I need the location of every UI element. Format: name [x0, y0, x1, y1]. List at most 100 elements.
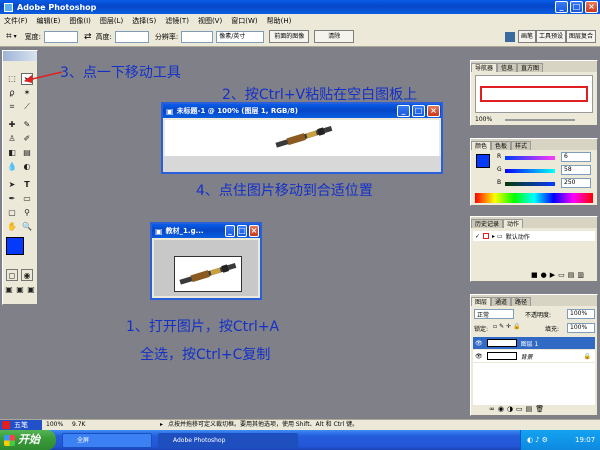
- screen-mode-2-icon[interactable]: ▣: [15, 284, 25, 296]
- opacity-input[interactable]: 100%: [567, 309, 595, 319]
- gradient-icon[interactable]: ▤: [21, 147, 33, 159]
- menu-view[interactable]: 视图(V): [198, 16, 222, 26]
- menu-edit[interactable]: 编辑(E): [37, 16, 61, 26]
- tab-info[interactable]: 信息: [497, 63, 518, 72]
- tab-paths[interactable]: 路径: [511, 297, 532, 306]
- minimize-button[interactable]: _: [555, 1, 568, 13]
- swap-icon[interactable]: ⇄: [84, 32, 92, 42]
- shape-icon[interactable]: ▭: [21, 193, 33, 205]
- document-canvas[interactable]: [165, 120, 439, 156]
- screen-mode-1-icon[interactable]: ▣: [4, 284, 14, 296]
- navigator-view-box[interactable]: [480, 86, 588, 102]
- tab-histogram[interactable]: 直方图: [517, 63, 544, 72]
- document-window-source[interactable]: ▣ 教材_1.g... _ □ ×: [150, 222, 262, 300]
- action-check-icon[interactable]: ✓: [475, 233, 480, 240]
- layer-controls[interactable]: ∞◉◑▭▤🗑: [489, 405, 547, 413]
- fill-input[interactable]: 100%: [567, 323, 595, 333]
- source-close-button[interactable]: ×: [249, 225, 259, 237]
- navigator-zoom-slider[interactable]: [505, 119, 575, 121]
- tray-clock[interactable]: 19:07: [575, 436, 595, 444]
- tab-swatches[interactable]: 色板: [491, 141, 512, 150]
- tab-color[interactable]: 颜色: [471, 141, 492, 150]
- color-ramp[interactable]: [475, 193, 593, 203]
- resolution-unit-select[interactable]: 像素/英寸: [216, 30, 265, 43]
- history-brush-icon[interactable]: ✐: [21, 133, 33, 145]
- tab-brushes[interactable]: 画笔: [517, 30, 536, 43]
- tab-actions[interactable]: 动作: [503, 219, 524, 228]
- tab-channels[interactable]: 通道: [491, 297, 512, 306]
- status-arrow-icon[interactable]: ▸: [160, 420, 163, 430]
- path-select-icon[interactable]: ➤: [6, 179, 18, 191]
- marquee-tool-icon[interactable]: ⬚: [6, 73, 18, 85]
- action-dialog-icon[interactable]: [483, 233, 490, 239]
- dodge-icon[interactable]: ◐: [21, 161, 33, 173]
- type-tool-icon[interactable]: T: [21, 179, 33, 191]
- close-button[interactable]: ×: [585, 1, 598, 13]
- height-input[interactable]: [114, 30, 149, 43]
- tab-tool-presets[interactable]: 工具预设: [535, 30, 566, 43]
- foreground-color-swatch[interactable]: [6, 237, 24, 255]
- tab-history[interactable]: 历史记录: [471, 219, 504, 228]
- g-input[interactable]: 58: [561, 165, 591, 175]
- menu-help[interactable]: 帮助(H): [267, 16, 292, 26]
- b-slider[interactable]: [505, 182, 555, 186]
- tab-layer-comps[interactable]: 图层复合: [565, 30, 596, 43]
- doc-minimize-button[interactable]: _: [397, 105, 410, 117]
- taskbar-fullscreen[interactable]: 全屏: [62, 433, 152, 448]
- menu-window[interactable]: 窗口(W): [231, 16, 257, 26]
- menu-image[interactable]: 图像(I): [69, 16, 91, 26]
- lock-icons[interactable]: ▫✎✛🔒: [493, 323, 523, 330]
- maximize-button[interactable]: □: [570, 1, 583, 13]
- notes-icon[interactable]: ▢: [6, 207, 18, 219]
- screen-mode-3-icon[interactable]: ▣: [26, 284, 36, 296]
- r-slider[interactable]: [505, 156, 555, 160]
- crop-icon[interactable]: ⌗: [6, 101, 18, 113]
- status-zoom[interactable]: 100%: [46, 420, 66, 430]
- lasso-tool-icon[interactable]: ϼ: [6, 87, 18, 99]
- tab-layers[interactable]: 图层: [471, 297, 492, 306]
- layer-row-1[interactable]: 👁 图层 1: [473, 337, 595, 349]
- menu-filter[interactable]: 滤镜(T): [165, 16, 189, 26]
- clear-button[interactable]: 清除: [314, 30, 355, 43]
- magic-wand-icon[interactable]: ✶: [21, 87, 33, 99]
- navigator-preview[interactable]: [475, 75, 593, 113]
- quickmask-mode-icon[interactable]: ◉: [21, 269, 33, 281]
- menu-layer[interactable]: 图层(L): [100, 16, 123, 26]
- tab-navigator[interactable]: 导航器: [471, 63, 498, 72]
- layer-row-2[interactable]: 👁 背景 🔒: [473, 350, 595, 362]
- resolution-input[interactable]: [181, 30, 214, 43]
- eyedropper-icon[interactable]: ⚲: [21, 207, 33, 219]
- layer-visibility-icon[interactable]: 👁: [475, 340, 483, 347]
- doc-maximize-button[interactable]: □: [412, 105, 425, 117]
- taskbar-photoshop[interactable]: Adobe Photoshop: [158, 433, 298, 448]
- tab-styles[interactable]: 样式: [511, 141, 532, 150]
- brush-icon[interactable]: ✎: [21, 119, 33, 131]
- width-input[interactable]: [44, 30, 79, 43]
- source-maximize-button[interactable]: □: [237, 225, 247, 237]
- document-window-new[interactable]: ▣ 未标题-1 @ 100% (图层 1, RGB/8) _ □ ×: [161, 102, 443, 174]
- front-image-button[interactable]: 前面的图像: [269, 30, 310, 43]
- g-slider[interactable]: [505, 169, 555, 173]
- standard-mode-icon[interactable]: ◻: [6, 269, 18, 281]
- background-visibility-icon[interactable]: 👁: [475, 353, 483, 360]
- b-input[interactable]: 250: [561, 178, 591, 188]
- stamp-icon[interactable]: ♙: [6, 133, 18, 145]
- eraser-icon[interactable]: ◧: [6, 147, 18, 159]
- action-controls[interactable]: ■●▶▭▤▥: [531, 271, 587, 279]
- pen-icon[interactable]: ✒: [6, 193, 18, 205]
- menu-file[interactable]: 文件(F): [4, 16, 28, 26]
- action-expand-icon[interactable]: ▸: [492, 233, 495, 240]
- menu-select[interactable]: 选择(S): [132, 16, 156, 26]
- doc-close-button[interactable]: ×: [427, 105, 440, 117]
- r-input[interactable]: 6: [561, 152, 591, 162]
- blur-icon[interactable]: 💧: [6, 161, 18, 173]
- slice-icon[interactable]: ⟋: [21, 101, 33, 113]
- tray-icons[interactable]: ◐♪⚙: [527, 436, 550, 444]
- crop-tool-icon[interactable]: ⌗: [6, 31, 12, 42]
- hand-icon[interactable]: ✋: [6, 221, 18, 233]
- action-row[interactable]: ✓ ▸ ▭ 默认动作: [473, 231, 595, 241]
- healing-icon[interactable]: ✚: [6, 119, 18, 131]
- source-minimize-button[interactable]: _: [225, 225, 235, 237]
- blend-mode-select[interactable]: 正常: [474, 309, 514, 319]
- color-fg-swatch[interactable]: [476, 154, 490, 168]
